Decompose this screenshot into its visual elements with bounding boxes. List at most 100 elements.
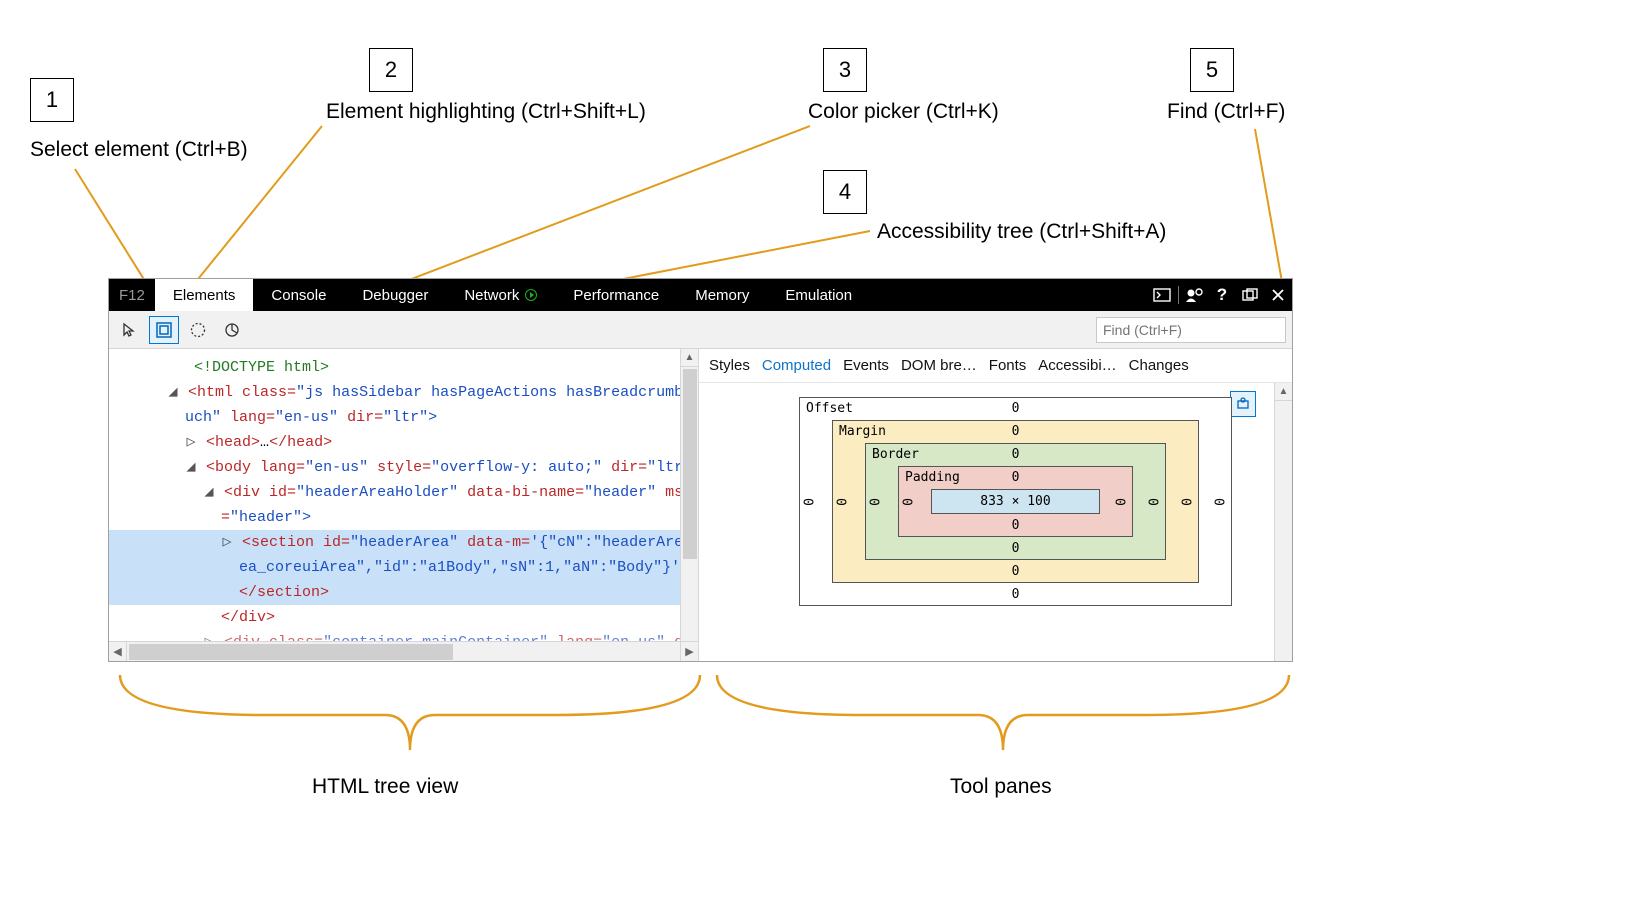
callout-4-num: 4 bbox=[839, 179, 851, 205]
scroll-up-icon[interactable]: ▲ bbox=[681, 349, 698, 367]
callout-4-text: Accessibility tree (Ctrl+Shift+A) bbox=[877, 220, 1166, 244]
style-tabs: Styles Computed Events DOM bre… Fonts Ac… bbox=[699, 349, 1292, 383]
pin-element-icon[interactable] bbox=[1230, 391, 1256, 417]
margin-left: 0 bbox=[835, 498, 850, 506]
scroll-left-icon[interactable]: ◀ bbox=[109, 642, 127, 661]
callout-1-num: 1 bbox=[46, 87, 58, 113]
callout-1-text: Select element (Ctrl+B) bbox=[30, 138, 248, 162]
tree-line[interactable]: </div> bbox=[109, 605, 698, 630]
tree-line[interactable]: ▷ <head>…</head> bbox=[109, 430, 698, 455]
margin-right: 0 bbox=[1181, 498, 1196, 506]
tree-vertical-scrollbar[interactable]: ▲ bbox=[680, 349, 698, 641]
styles-tab[interactable]: Styles bbox=[709, 357, 750, 374]
tab-console[interactable]: Console bbox=[253, 279, 344, 311]
tab-elements[interactable]: Elements bbox=[155, 279, 254, 311]
tree-line[interactable]: <!DOCTYPE html> bbox=[109, 355, 698, 380]
find-input[interactable] bbox=[1096, 317, 1286, 343]
offset-top: 0 bbox=[1012, 401, 1020, 416]
callout-4-box: 4 bbox=[823, 170, 867, 214]
tab-performance[interactable]: Performance bbox=[555, 279, 677, 311]
network-record-icon bbox=[525, 289, 537, 301]
box-model-margin[interactable]: Margin 0 0 0 0 Border 0 0 0 0 bbox=[832, 420, 1199, 583]
callout-2-text: Element highlighting (Ctrl+Shift+L) bbox=[326, 100, 646, 124]
dom-breakpoints-tab[interactable]: DOM bre… bbox=[901, 357, 977, 374]
tree-line[interactable]: ▷ <div class="container mainContainer" l… bbox=[109, 630, 698, 641]
devtools-window: F12 Elements Console Debugger Network Pe… bbox=[108, 278, 1293, 662]
help-icon[interactable]: ? bbox=[1208, 279, 1236, 311]
computed-tab[interactable]: Computed bbox=[762, 357, 831, 374]
content-size: 833 × 100 bbox=[980, 494, 1050, 509]
undock-icon[interactable] bbox=[1236, 279, 1264, 311]
tool-panes-brace bbox=[712, 670, 1294, 760]
color-picker-button[interactable] bbox=[183, 316, 213, 344]
select-element-button[interactable] bbox=[115, 316, 145, 344]
tree-line-selected[interactable]: </section> bbox=[109, 580, 698, 605]
scroll-thumb[interactable] bbox=[129, 644, 453, 660]
callout-3-text: Color picker (Ctrl+K) bbox=[808, 100, 999, 124]
events-tab[interactable]: Events bbox=[843, 357, 889, 374]
callout-3-num: 3 bbox=[839, 57, 851, 83]
callout-2-num: 2 bbox=[385, 57, 397, 83]
fonts-tab[interactable]: Fonts bbox=[989, 357, 1027, 374]
padding-left: 0 bbox=[901, 498, 916, 506]
box-model-padding[interactable]: Padding 0 0 0 0 833 × 100 bbox=[898, 466, 1133, 537]
devtools-body: <!DOCTYPE html> ◢ <html class="js hasSid… bbox=[109, 349, 1292, 661]
changes-tab[interactable]: Changes bbox=[1129, 357, 1189, 374]
html-tree[interactable]: <!DOCTYPE html> ◢ <html class="js hasSid… bbox=[109, 349, 698, 641]
padding-label: Padding bbox=[905, 470, 960, 485]
feedback-icon[interactable] bbox=[1180, 279, 1208, 311]
tree-line-selected[interactable]: ea_coreuiArea","id":"a1Body","sN":1,"aN"… bbox=[109, 555, 698, 580]
panel-scrollbar[interactable]: ▲ bbox=[1274, 383, 1292, 661]
callout-1-box: 1 bbox=[30, 78, 74, 122]
tab-network[interactable]: Network bbox=[446, 279, 555, 311]
margin-bottom: 0 bbox=[1012, 564, 1020, 579]
html-tree-brace bbox=[115, 670, 705, 760]
tree-line[interactable]: ="header"> bbox=[109, 505, 698, 530]
tab-debugger[interactable]: Debugger bbox=[344, 279, 446, 311]
callout-5-box: 5 bbox=[1190, 48, 1234, 92]
tab-memory[interactable]: Memory bbox=[677, 279, 767, 311]
scroll-right-icon[interactable]: ▶ bbox=[680, 642, 698, 661]
html-tree-panel: <!DOCTYPE html> ◢ <html class="js hasSid… bbox=[109, 349, 699, 661]
callout-3-box: 3 bbox=[823, 48, 867, 92]
margin-top: 0 bbox=[1012, 424, 1020, 439]
show-console-icon[interactable] bbox=[1148, 279, 1176, 311]
close-icon[interactable] bbox=[1264, 279, 1292, 311]
f12-label: F12 bbox=[109, 279, 155, 311]
border-left: 0 bbox=[868, 498, 883, 506]
padding-right: 0 bbox=[1115, 498, 1130, 506]
box-model-border[interactable]: Border 0 0 0 0 Padding 0 0 0 bbox=[865, 443, 1166, 560]
html-tree-view-label: HTML tree view bbox=[312, 775, 458, 799]
box-model-panel: ▲ Offset 0 0 0 0 Margin 0 0 0 0 bbox=[699, 383, 1292, 661]
margin-label: Margin bbox=[839, 424, 886, 439]
tool-panes-label: Tool panes bbox=[950, 775, 1052, 799]
box-model-offset[interactable]: Offset 0 0 0 0 Margin 0 0 0 0 Border bbox=[799, 397, 1232, 606]
tree-horizontal-scrollbar[interactable]: ◀ ▶ bbox=[109, 641, 698, 661]
padding-top: 0 bbox=[1012, 470, 1020, 485]
scroll-up-icon[interactable]: ▲ bbox=[1275, 383, 1292, 401]
offset-bottom: 0 bbox=[1012, 587, 1020, 602]
devtools-main-tabbar: F12 Elements Console Debugger Network Pe… bbox=[109, 279, 1292, 311]
callout-2-box: 2 bbox=[369, 48, 413, 92]
tree-line[interactable]: ◢ <body lang="en-us" style="overflow-y: … bbox=[109, 455, 698, 480]
scroll-thumb[interactable] bbox=[683, 369, 697, 559]
elements-toolbar bbox=[109, 311, 1292, 349]
tree-line[interactable]: ◢ <html class="js hasSidebar hasPageActi… bbox=[109, 380, 698, 405]
callout-5-num: 5 bbox=[1206, 57, 1218, 83]
accessibility-tree-button[interactable] bbox=[217, 316, 247, 344]
tree-line[interactable]: ◢ <div id="headerAreaHolder" data-bi-nam… bbox=[109, 480, 698, 505]
border-label: Border bbox=[872, 447, 919, 462]
tool-panes: Styles Computed Events DOM bre… Fonts Ac… bbox=[699, 349, 1292, 661]
accessibility-tab[interactable]: Accessibi… bbox=[1038, 357, 1116, 374]
box-model-content[interactable]: 833 × 100 bbox=[931, 489, 1100, 514]
diagram-page: 1 Select element (Ctrl+B) 2 Element high… bbox=[0, 0, 1631, 919]
callout-5-text: Find (Ctrl+F) bbox=[1167, 100, 1285, 124]
element-highlighting-button[interactable] bbox=[149, 316, 179, 344]
tree-line-selected[interactable]: ▷ <section id="headerArea" data-m='{"cN"… bbox=[109, 530, 698, 555]
tab-emulation[interactable]: Emulation bbox=[767, 279, 870, 311]
border-top: 0 bbox=[1012, 447, 1020, 462]
padding-bottom: 0 bbox=[1012, 518, 1020, 533]
tree-line[interactable]: uch" lang="en-us" dir="ltr"> bbox=[109, 405, 698, 430]
offset-right: 0 bbox=[1214, 498, 1229, 506]
offset-label: Offset bbox=[806, 401, 853, 416]
